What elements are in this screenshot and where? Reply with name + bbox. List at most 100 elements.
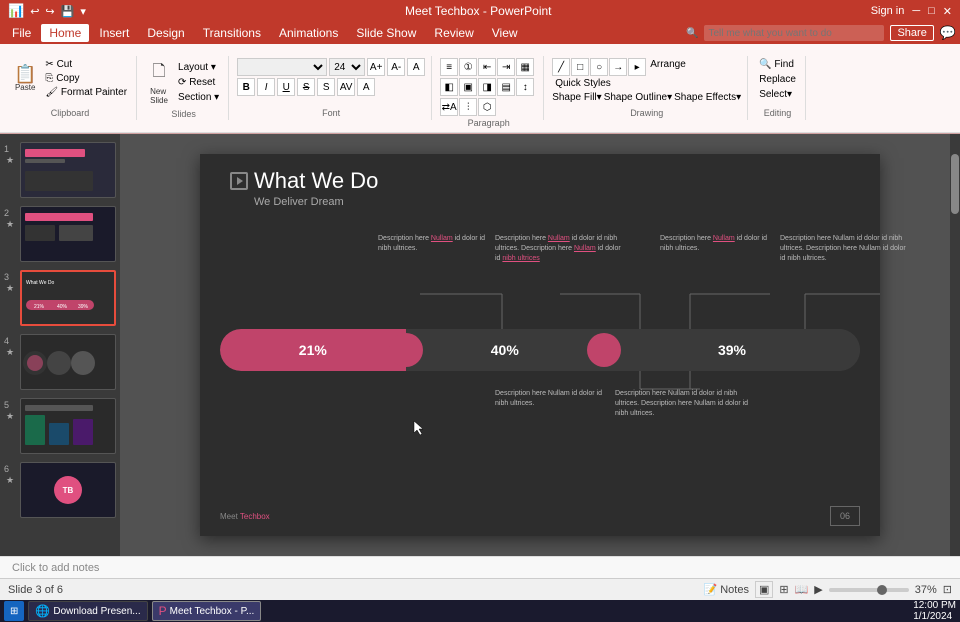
select-button[interactable]: Select▾ [756, 88, 799, 101]
menu-home[interactable]: Home [41, 24, 89, 42]
align-left[interactable]: ◧ [440, 78, 458, 96]
notes-bar[interactable]: Click to add notes [0, 556, 960, 578]
paste-button[interactable]: 📋 Paste [10, 63, 40, 94]
justify[interactable]: ▤ [497, 78, 515, 96]
shape-rect[interactable]: □ [571, 58, 589, 76]
align-text[interactable]: ⫶ [459, 98, 477, 116]
thumb-2[interactable] [20, 206, 116, 262]
desc-top-ml: Description here Nullam id dolor id nibh… [495, 234, 625, 263]
slide-thumbnail-3[interactable]: 3 ★ What We Do 21% 40% 39% [4, 270, 116, 326]
undo-icon[interactable]: ↩ [30, 5, 39, 18]
strikethrough-button[interactable]: S [297, 78, 315, 96]
font-size-select[interactable]: 24 [329, 58, 365, 76]
italic-button[interactable]: I [257, 78, 275, 96]
taskbar-chrome[interactable]: 🌐 Download Presen... [28, 601, 147, 621]
shape-line[interactable]: ╱ [552, 58, 570, 76]
shape-arrow[interactable]: → [609, 58, 627, 76]
linespacing[interactable]: ↕ [516, 78, 534, 96]
search-input[interactable] [704, 25, 884, 41]
thumb-4[interactable] [20, 334, 116, 390]
editing-group-label: Editing [764, 108, 792, 118]
convert-smartart[interactable]: ⬡ [478, 98, 496, 116]
ribbon: 📋 Paste ✂ Cut ⎘ Copy 🖌 Format Painter Cl… [0, 44, 960, 134]
notes-icon[interactable]: 📝 Notes [703, 583, 749, 596]
quickstyles-button[interactable]: Quick Styles [552, 77, 614, 90]
decrease-indent[interactable]: ⇤ [478, 58, 496, 76]
share-button[interactable]: Share [890, 25, 933, 41]
ribbon-group-editing: 🔍 Find Replace Select▾ Editing [750, 56, 806, 120]
shape-more[interactable]: ▸ [628, 58, 646, 76]
statusbar: Slide 3 of 6 📝 Notes ▣ ⊞ 📖 ▶ 37% ⊡ [0, 578, 960, 600]
view-slide-sorter[interactable]: ⊞ [779, 583, 788, 596]
view-slideshow[interactable]: ▶ [814, 583, 822, 596]
reset-button[interactable]: ⟳ Reset [175, 76, 222, 89]
taskbar-powerpoint[interactable]: P Meet Techbox - P... [152, 601, 262, 621]
scroll-thumb[interactable] [951, 154, 959, 214]
zoom-slider[interactable] [829, 588, 909, 592]
copy-button[interactable]: ⎘ Copy [42, 72, 130, 85]
paragraph-label: Paragraph [468, 118, 510, 128]
fit-slide[interactable]: ⊡ [943, 583, 952, 596]
thumb-1[interactable] [20, 142, 116, 198]
numbering-button[interactable]: ① [459, 58, 477, 76]
slide-subtitle: We Deliver Dream [230, 196, 378, 208]
text-columns[interactable]: ▦ [516, 58, 534, 76]
find-button[interactable]: 🔍 Find [756, 58, 799, 71]
view-reading[interactable]: 📖 [795, 583, 809, 596]
slide-thumbnail-6[interactable]: 6 ★ TB [4, 462, 116, 518]
menu-slideshow[interactable]: Slide Show [348, 24, 424, 42]
save-icon[interactable]: 💾 [61, 5, 75, 18]
start-button[interactable]: ⊞ [4, 601, 24, 621]
align-right[interactable]: ◨ [478, 78, 496, 96]
slide-canvas[interactable]: What We Do We Deliver Dream Description … [200, 154, 880, 536]
menu-review[interactable]: Review [426, 24, 481, 42]
menu-animations[interactable]: Animations [271, 24, 346, 42]
charspacing-button[interactable]: AV [337, 78, 355, 96]
arrange-button[interactable]: Arrange [647, 58, 689, 76]
thumb-svg-1 [21, 143, 115, 197]
menu-transitions[interactable]: Transitions [195, 24, 269, 42]
minimize-btn[interactable]: ─ [912, 5, 920, 17]
shape-circle[interactable]: ○ [590, 58, 608, 76]
thumb-6[interactable]: TB [20, 462, 116, 518]
bullets-button[interactable]: ≡ [440, 58, 458, 76]
scrollbar-v[interactable] [950, 134, 960, 556]
bold-button[interactable]: B [237, 78, 255, 96]
font-size-increase[interactable]: A+ [367, 58, 385, 76]
menu-view[interactable]: View [484, 24, 526, 42]
section-button[interactable]: Section ▾ [175, 91, 222, 104]
clear-format-button[interactable]: A [407, 58, 425, 76]
fontcolor-button[interactable]: A [357, 78, 375, 96]
new-slide-button[interactable]: 🗋 NewSlide [145, 58, 173, 107]
canvas-area[interactable]: What We Do We Deliver Dream Description … [120, 134, 960, 556]
zoom-thumb[interactable] [877, 585, 887, 595]
menu-design[interactable]: Design [139, 24, 192, 42]
align-center[interactable]: ▣ [459, 78, 477, 96]
font-family-select[interactable] [237, 58, 327, 76]
increase-indent[interactable]: ⇥ [497, 58, 515, 76]
format-painter-button[interactable]: 🖌 Format Painter [42, 86, 130, 99]
close-btn[interactable]: ✕ [943, 5, 952, 18]
shadow-button[interactable]: S [317, 78, 335, 96]
menu-file[interactable]: File [4, 24, 39, 42]
redo-icon[interactable]: ↪ [45, 5, 54, 18]
slide-thumbnail-5[interactable]: 5 ★ [4, 398, 116, 454]
thumb-3[interactable]: What We Do 21% 40% 39% [20, 270, 116, 326]
thumb-5[interactable] [20, 398, 116, 454]
replace-button[interactable]: Replace [756, 73, 799, 86]
text-direction[interactable]: ⇄A [440, 98, 458, 116]
drawing-label: Drawing [630, 108, 663, 118]
view-normal[interactable]: ▣ [755, 581, 773, 598]
slide-thumbnail-4[interactable]: 4 ★ [4, 334, 116, 390]
maximize-btn[interactable]: □ [928, 5, 935, 17]
underline-button[interactable]: U [277, 78, 295, 96]
slide-thumbnail-1[interactable]: 1 ★ [4, 142, 116, 198]
taskbar-time: 12:00 PM 1/1/2024 [913, 600, 956, 622]
cut-button[interactable]: ✂ Cut [42, 58, 130, 71]
layout-button[interactable]: Layout ▾ [175, 61, 222, 74]
comment-icon[interactable]: 💬 [940, 25, 956, 41]
menu-insert[interactable]: Insert [91, 24, 137, 42]
font-size-decrease[interactable]: A- [387, 58, 405, 76]
signin-button[interactable]: Sign in [871, 5, 905, 17]
slide-thumbnail-2[interactable]: 2 ★ [4, 206, 116, 262]
